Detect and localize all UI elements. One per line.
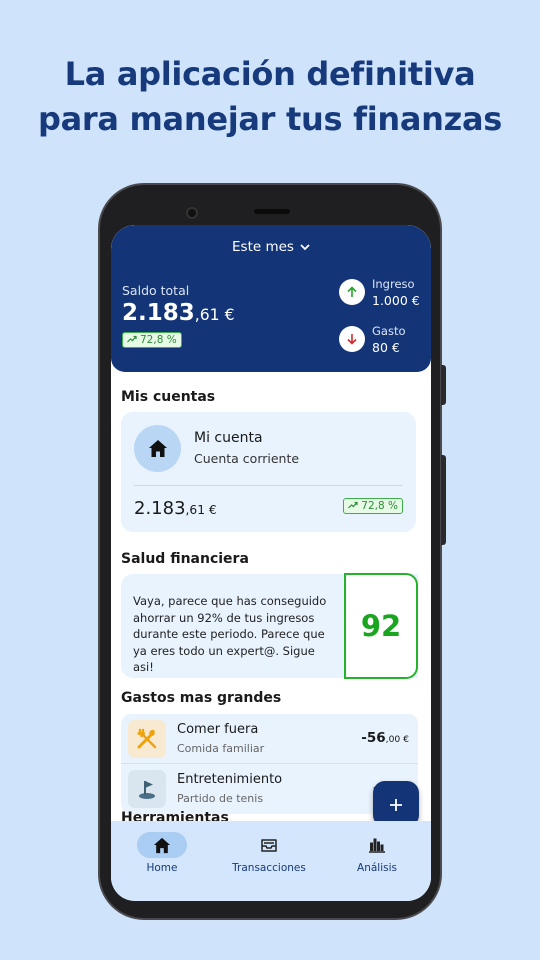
account-change-value: 72,8 % xyxy=(361,500,398,512)
expense-description: Partido de tenis xyxy=(177,792,264,805)
golf-flag-icon xyxy=(128,770,166,808)
trend-up-icon xyxy=(127,334,137,346)
summary-card: Este mes Saldo total 2.183,61 € 72,8 % I… xyxy=(111,225,431,372)
balance-change-badge: 72,8 % xyxy=(122,332,182,348)
health-score: 92 xyxy=(344,573,418,679)
expenses-title: Gastos mas grandes xyxy=(121,690,282,706)
home-icon xyxy=(137,832,187,858)
inbox-icon xyxy=(244,832,294,858)
app-screen: Este mes Saldo total 2.183,61 € 72,8 % I… xyxy=(111,225,431,901)
trend-up-icon xyxy=(348,500,358,512)
bar-chart-icon xyxy=(352,832,402,858)
arrow-up-icon xyxy=(339,279,365,305)
balance-integer: 2.183 xyxy=(122,300,195,326)
health-title: Salud financiera xyxy=(121,551,249,567)
balance-change-value: 72,8 % xyxy=(140,334,177,346)
period-selector[interactable]: Este mes xyxy=(111,239,431,255)
nav-item-transactions[interactable]: Transacciones xyxy=(214,821,324,874)
account-balance-decimal: ,61 € xyxy=(185,503,217,517)
balance-decimal: ,61 € xyxy=(194,305,235,324)
headline-line-1: La aplicación definitiva xyxy=(64,55,476,93)
utensils-icon xyxy=(128,720,166,758)
expense-amount-integer: -56 xyxy=(361,730,386,746)
nav-label: Home xyxy=(146,862,178,874)
balance-label: Saldo total xyxy=(122,283,190,298)
account-card[interactable]: Mi cuenta Cuenta corriente 2.183,61 € 72… xyxy=(121,412,416,532)
home-icon xyxy=(134,425,181,472)
plus-icon xyxy=(389,790,403,818)
expense-label: Gasto xyxy=(372,324,406,338)
nav-item-home[interactable]: Home xyxy=(111,821,217,874)
health-message: Vaya, parece que has conseguido ahorrar … xyxy=(133,594,327,674)
power-button xyxy=(441,365,446,405)
accounts-title: Mis cuentas xyxy=(121,389,216,405)
expense-name: Entretenimiento xyxy=(177,772,283,787)
account-name: Mi cuenta xyxy=(194,430,263,446)
expense-value: 80 € xyxy=(372,340,400,355)
front-camera xyxy=(186,207,198,219)
nav-label: Análisis xyxy=(357,862,397,874)
bottom-navigation: Home Transacciones Análisis xyxy=(111,821,431,901)
list-item[interactable]: Comer fuera Comida familiar -56,00 € xyxy=(121,714,418,764)
account-change-badge: 72,8 % xyxy=(343,498,403,514)
expense-amount-decimal: ,00 € xyxy=(385,734,409,745)
account-balance: 2.183,61 € xyxy=(134,498,217,519)
chevron-down-icon xyxy=(300,243,310,254)
account-type: Cuenta corriente xyxy=(194,451,300,466)
expense-description: Comida familiar xyxy=(177,742,265,755)
expense-amount: -56,00 € xyxy=(361,730,409,746)
headline: La aplicación definitiva para manejar tu… xyxy=(0,52,540,142)
income-value: 1.000 € xyxy=(372,293,420,308)
arrow-down-icon xyxy=(339,326,365,352)
phone-frame: Este mes Saldo total 2.183,61 € 72,8 % I… xyxy=(98,183,446,920)
nav-label: Transacciones xyxy=(232,862,306,874)
total-balance: 2.183,61 € xyxy=(122,300,235,326)
volume-button xyxy=(441,455,446,545)
health-card[interactable]: Vaya, parece que has conseguido ahorrar … xyxy=(121,573,418,679)
nav-item-analysis[interactable]: Análisis xyxy=(322,821,431,874)
divider xyxy=(134,485,403,486)
period-label: Este mes xyxy=(232,239,294,255)
headline-line-2: para manejar tus finanzas xyxy=(37,100,502,138)
income-label: Ingreso xyxy=(372,277,415,291)
account-balance-integer: 2.183 xyxy=(134,498,186,519)
earpiece-speaker xyxy=(254,209,290,214)
expense-name: Comer fuera xyxy=(177,722,259,737)
